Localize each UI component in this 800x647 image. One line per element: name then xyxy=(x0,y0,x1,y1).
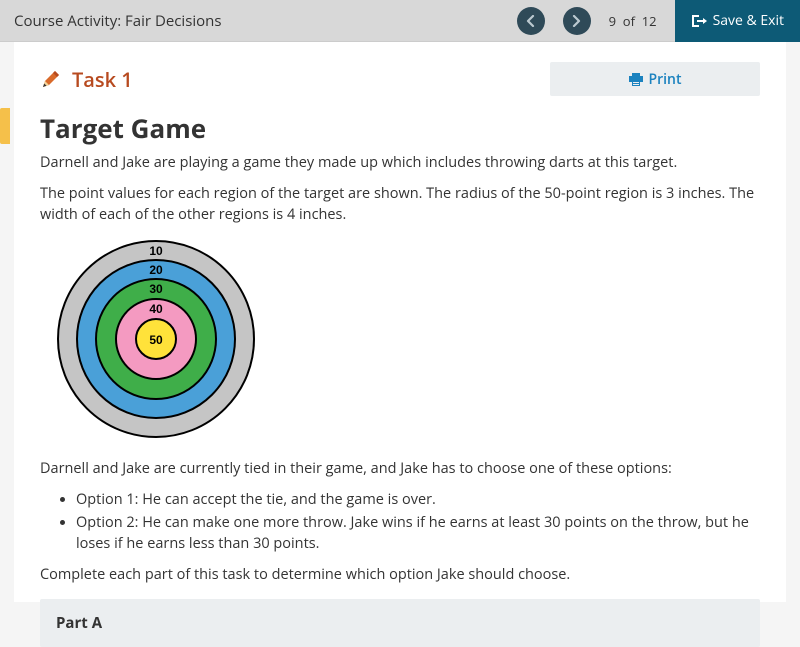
exit-icon xyxy=(691,14,707,28)
target-diagram: 10 20 30 40 50 xyxy=(42,235,760,444)
task-label: Task 1 xyxy=(40,66,133,93)
save-exit-button[interactable]: Save & Exit xyxy=(675,0,800,42)
ring-40-label: 40 xyxy=(149,302,163,316)
course-title: Course Activity: Fair Decisions xyxy=(14,11,517,31)
page-indicator: 9 of 12 xyxy=(609,12,657,30)
page-title: Target Game xyxy=(40,110,760,146)
part-a-box: Part A xyxy=(40,599,760,647)
print-button[interactable]: Print xyxy=(550,62,760,96)
option-2: Option 2: He can make one more throw. Ja… xyxy=(76,512,760,554)
ring-20-label: 20 xyxy=(149,263,163,277)
prev-button[interactable] xyxy=(517,7,545,35)
chevron-right-icon xyxy=(572,15,581,27)
print-icon xyxy=(629,73,643,86)
topbar: Course Activity: Fair Decisions 9 of 12 … xyxy=(0,0,800,42)
ring-10-label: 10 xyxy=(149,244,163,258)
options-list: Option 1: He can accept the tie, and the… xyxy=(40,489,760,554)
side-tab[interactable] xyxy=(0,108,10,144)
chevron-left-icon xyxy=(526,15,535,27)
page-content: Task 1 Print Target Game Darnell and Jak… xyxy=(14,42,786,602)
ring-50-label: 50 xyxy=(149,333,163,347)
next-button[interactable] xyxy=(563,7,591,35)
ring-30-label: 30 xyxy=(149,282,163,296)
point-values-text: The point values for each region of the … xyxy=(40,183,760,225)
print-label: Print xyxy=(649,70,682,89)
pencil-icon xyxy=(40,68,62,90)
intro-text: Darnell and Jake are playing a game they… xyxy=(40,152,760,173)
tied-text: Darnell and Jake are currently tied in t… xyxy=(40,458,760,479)
task-header-row: Task 1 Print xyxy=(40,62,760,96)
option-1: Option 1: He can accept the tie, and the… xyxy=(76,489,760,510)
prompt-text: Complete each part of this task to deter… xyxy=(40,564,760,585)
part-a-label: Part A xyxy=(56,613,744,633)
save-exit-label: Save & Exit xyxy=(713,11,784,30)
task-number: Task 1 xyxy=(72,66,133,93)
